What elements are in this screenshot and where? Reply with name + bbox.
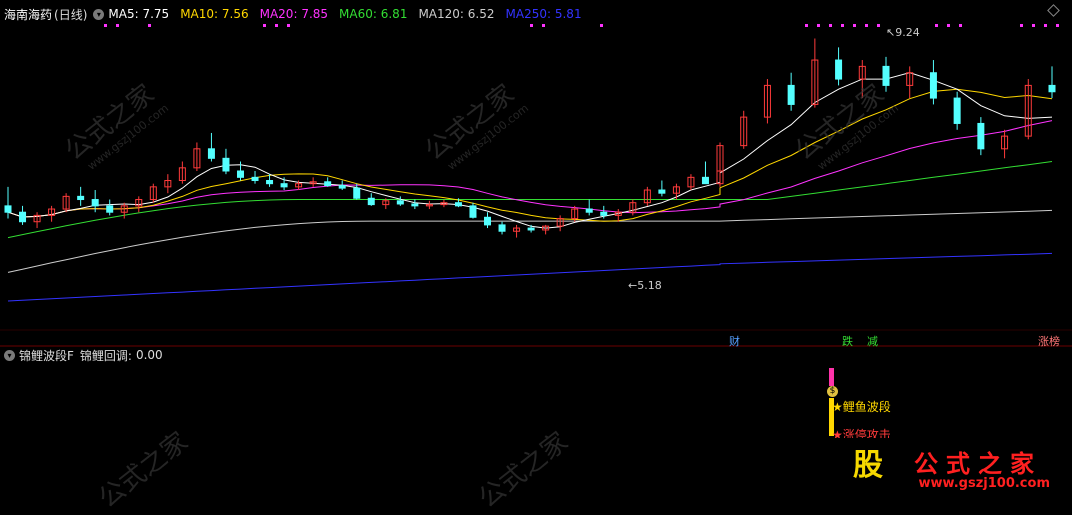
stock-name[interactable]: 海南海药 [4,6,52,23]
candle-body [367,197,375,206]
signal-dot [148,24,151,27]
signal-dot [805,24,808,27]
ma5-readout: MA5: 7.75 [108,7,170,21]
indicator-name[interactable]: 锦鲤波段F [19,347,74,364]
candle-body [484,216,492,226]
candle-body [353,187,361,199]
candle-body [498,224,506,232]
signal-dot [935,24,938,27]
signal-dot [275,24,278,27]
signal-dot [865,24,868,27]
signal-dot [959,24,962,27]
signal-coin-icon: $ [827,386,838,397]
candle-body [469,205,477,218]
candle-body [91,199,99,207]
signal-dot [853,24,856,27]
ma20-line [7,120,1053,218]
signal-dot [1056,24,1059,27]
ma20-readout: MA20: 7.85 [259,7,329,21]
event-jian-badge[interactable]: 减 [867,333,878,349]
candle-body [882,65,890,86]
brand-url: www.gszj100.com [918,476,1050,491]
ma5-line [7,72,1053,229]
ma120-line [7,209,1053,273]
candle-body [222,157,230,172]
candle-body [207,148,215,159]
candle-body [658,189,666,194]
candle-body [280,183,288,188]
ma60-readout: MA60: 6.81 [339,7,408,21]
main-chart-header: 海南海药 (日线) ▾ MA5: 7.75 MA10: 7.56 MA20: 7… [4,5,593,23]
brand-logo-icon: 股 [853,448,883,483]
signal-dot [829,24,832,27]
settings-toggle-icon[interactable]: ▾ [93,8,105,20]
indicator-toggle-icon[interactable]: ▾ [4,349,15,361]
candle-body [338,185,346,189]
candle-body [454,202,462,207]
low-price-label: ←5.18 [628,279,662,292]
period-label[interactable]: (日线) [54,6,87,23]
candle-body [1048,84,1056,93]
signal-dot [600,24,603,27]
candle-body [411,203,419,207]
candle-body [835,59,843,80]
candle-body [236,170,244,178]
kline-chart [0,24,1072,436]
candle-body [396,200,404,205]
candle-body [77,195,85,201]
brand-name: 公式之家 [914,450,1042,478]
indicator-field-label: 锦鲤回调: [79,348,132,363]
candle-body [953,97,961,124]
candle-body [324,181,332,187]
ma120-readout: MA120: 6.52 [418,7,495,21]
ma10-readout: MA10: 7.56 [180,7,249,21]
candle-body [600,211,608,216]
indicator-field-value: 0.00 [135,348,163,362]
ma250-line [7,252,1053,302]
candle-body [19,211,27,223]
candle-body [4,205,12,213]
candle-body [585,208,593,213]
candle-body [527,227,535,231]
signal-dot [263,24,266,27]
indicator-header: ▾ 锦鲤波段F 锦鲤回调: 0.00 [4,346,163,364]
signal-dot [817,24,820,27]
candle-body [251,176,259,182]
signal-dot [104,24,107,27]
signal-dot [542,24,545,27]
indicator-bar-top [829,368,834,386]
signal-label-liyu: ★鲤鱼波段 [832,400,891,414]
signal-dot [877,24,880,27]
candle-body [787,84,795,105]
candle-body [106,205,114,213]
signal-dot [530,24,533,27]
signal-dot [1020,24,1023,27]
event-die-badge[interactable]: 跌 [842,333,853,349]
signal-label-zhangting: ★涨停攻击 [832,428,891,438]
candle-body [701,176,709,185]
signal-dot [1044,24,1047,27]
signal-dot [1032,24,1035,27]
event-cai-badge[interactable]: 财 [729,333,740,349]
signal-dot [947,24,950,27]
candle-body [266,180,274,185]
high-price-label: ↖9.24 [886,26,920,39]
event-zhangban-badge[interactable]: 涨榜 [1038,333,1060,349]
signal-dot [287,24,290,27]
ma250-readout: MA250: 5.81 [505,7,582,21]
signal-dot [116,24,119,27]
candle-body [977,122,985,150]
candle-body [929,72,937,99]
signal-dot [841,24,844,27]
